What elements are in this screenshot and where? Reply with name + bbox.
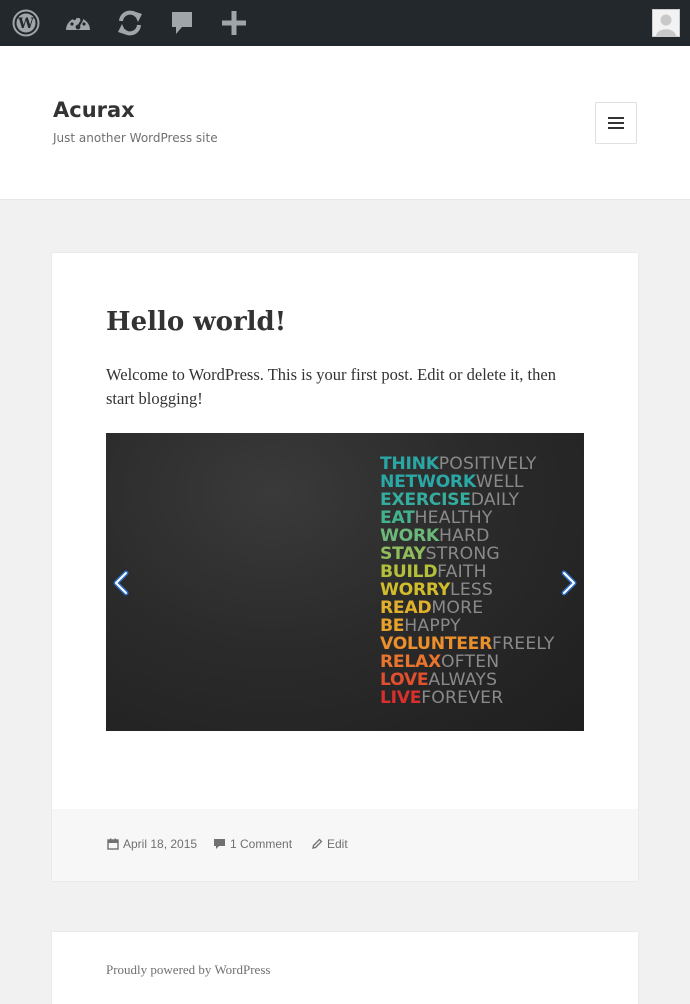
slider-word-thin: WELL <box>475 472 524 492</box>
dashboard-icon[interactable] <box>52 0 104 46</box>
slider-word-bold: EAT <box>380 508 415 528</box>
slider-word-thin: FREELY <box>492 634 555 654</box>
slider-word-thin: OFTEN <box>440 652 500 672</box>
comments-icon[interactable] <box>156 0 208 46</box>
slider-word-bold: RELAX <box>380 652 441 672</box>
slider-word-thin: ALWAYS <box>428 670 498 690</box>
slider-word-row: LOVEALWAYS <box>380 671 555 689</box>
new-content-icon[interactable] <box>208 0 260 46</box>
slider-word-row: LIVEFOREVER <box>380 689 555 707</box>
slider-word-row: BUILDFAITH <box>380 563 555 581</box>
entry-footer: April 18, 2015 1 Comment Edit <box>52 809 638 881</box>
post-card: Hello world! Welcome to WordPress. This … <box>52 253 638 881</box>
post-body: Welcome to WordPress. This is your first… <box>106 365 556 408</box>
wordpress-logo-icon[interactable]: W <box>0 0 52 46</box>
site-footer: Proudly powered by WordPress <box>52 932 638 1004</box>
slider-word-thin: HARD <box>438 526 490 546</box>
slider-word-bold: NETWORK <box>380 472 476 492</box>
image-slider[interactable]: THINKPOSITIVELY NETWORKWELL EXERCISEDAILY E… <box>106 433 584 731</box>
slider-word-thin: HEALTHY <box>414 508 493 528</box>
svg-text:W: W <box>17 16 34 32</box>
slider-word-bold: LOVE <box>380 670 429 690</box>
slider-word-row: WORRYLESS <box>380 581 555 599</box>
slider-word-row: STAYSTRONG <box>380 545 555 563</box>
slider-image-text: THINKPOSITIVELY NETWORKWELL EXERCISEDAILY E… <box>380 455 555 707</box>
post-title[interactable]: Hello world! <box>106 307 286 337</box>
calendar-icon <box>107 838 119 850</box>
post-comments: 1 Comment <box>230 837 293 851</box>
powered-by-link[interactable]: Proudly powered by WordPress <box>106 962 270 978</box>
slider-word-thin: FOREVER <box>421 688 504 708</box>
slider-word-bold: WORK <box>380 526 439 546</box>
slider-word-row: VOLUNTEERFREELY <box>380 635 555 653</box>
slider-word-row: EXERCISEDAILY <box>380 491 555 509</box>
slider-word-thin: STRONG <box>425 544 500 564</box>
slider-word-row: NETWORKWELL <box>380 473 555 491</box>
slider-word-thin: DAILY <box>470 490 520 510</box>
slider-word-row: BEHAPPY <box>380 617 555 635</box>
post-edit: Edit <box>327 837 348 851</box>
user-avatar[interactable] <box>652 9 680 37</box>
slider-word-row: READMORE <box>380 599 555 617</box>
post-date-link[interactable]: April 18, 2015 <box>107 837 197 851</box>
slider-word-bold: LIVE <box>380 688 422 708</box>
comment-icon <box>214 839 225 849</box>
slider-word-row: RELAXOFTEN <box>380 653 555 671</box>
slider-word-bold: READ <box>380 598 432 618</box>
hamburger-icon <box>608 117 624 129</box>
slider-word-thin: HAPPY <box>404 616 461 636</box>
slider-word-bold: WORRY <box>380 580 451 600</box>
slider-word-row: EATHEALTHY <box>380 509 555 527</box>
slider-prev-arrow-icon[interactable] <box>108 569 134 597</box>
slider-word-row: THINKPOSITIVELY <box>380 455 555 473</box>
site-description: Just another WordPress site <box>53 131 218 145</box>
slider-next-arrow-icon[interactable] <box>556 569 582 597</box>
slider-word-thin: POSITIVELY <box>438 454 537 474</box>
slider-word-bold: BUILD <box>380 562 438 582</box>
site-title[interactable]: Acurax <box>53 98 135 122</box>
slider-word-thin: LESS <box>450 580 494 600</box>
slider-word-bold: STAY <box>380 544 426 564</box>
slider-word-bold: BE <box>380 616 405 636</box>
slider-word-bold: EXERCISE <box>380 490 471 510</box>
updates-icon[interactable] <box>104 0 156 46</box>
pencil-icon <box>312 838 323 849</box>
slider-word-row: WORKHARD <box>380 527 555 545</box>
site-header: Acurax Just another WordPress site <box>0 46 690 200</box>
admin-bar: W <box>0 0 690 46</box>
slider-word-thin: MORE <box>431 598 484 618</box>
menu-toggle-button[interactable] <box>595 102 637 144</box>
post-date: April 18, 2015 <box>123 837 198 851</box>
slider-word-bold: THINK <box>380 454 439 474</box>
slider-word-bold: VOLUNTEER <box>380 634 493 654</box>
post-edit-link[interactable]: Edit <box>311 837 348 851</box>
slider-word-thin: FAITH <box>437 562 487 582</box>
post-comments-link[interactable]: 1 Comment <box>213 837 292 851</box>
